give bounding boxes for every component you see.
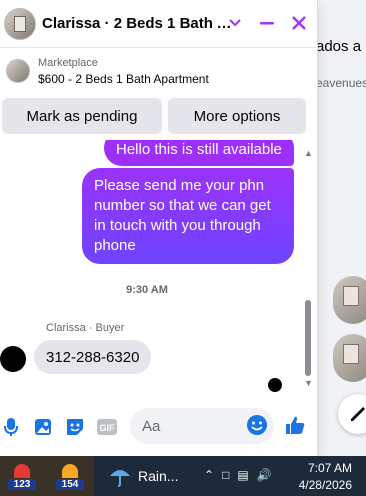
weather-text: Rain... xyxy=(138,468,179,484)
device-icon[interactable]: □ xyxy=(222,468,229,482)
scroll-down-arrow-icon[interactable]: ▼ xyxy=(304,378,313,388)
image-icon[interactable] xyxy=(32,416,54,438)
sent-message[interactable]: Please send me your phn number so that w… xyxy=(82,168,294,264)
clock-time: 7:07 AM xyxy=(307,461,352,475)
mark-as-pending-button[interactable]: Mark as pending xyxy=(2,98,162,134)
taskbar-app[interactable]: 123 xyxy=(8,462,36,490)
app-badge: 123 xyxy=(8,479,36,490)
scrollbar[interactable]: ▲ ▼ xyxy=(302,148,314,392)
svg-text:GIF: GIF xyxy=(100,423,116,433)
sent-message[interactable]: Hello this is still available xyxy=(104,140,294,166)
edit-icon xyxy=(351,407,365,421)
more-options-button[interactable]: More options xyxy=(168,98,306,134)
taskbar-pinned-apps: 123 154 xyxy=(0,456,94,496)
umbrella-icon xyxy=(110,470,130,487)
network-icon[interactable]: ▤ xyxy=(237,468,248,482)
background-text: ados a l xyxy=(316,38,366,55)
message-thread[interactable]: Hello this is still available Please sen… xyxy=(0,140,318,394)
microphone-icon[interactable] xyxy=(0,416,22,438)
system-tray: ⌃ □ ▤ 🔊 xyxy=(204,468,272,482)
background-text: eavenues xyxy=(316,76,366,90)
listing-thumbnail[interactable] xyxy=(333,276,366,324)
chevron-down-icon[interactable] xyxy=(224,12,246,34)
chat-window: Clarissa · 2 Beds 1 Bath Ap... Marketpla… xyxy=(0,0,318,456)
received-message[interactable]: 312-288-6320 xyxy=(34,340,152,374)
chat-header[interactable]: Clarissa · 2 Beds 1 Bath Ap... xyxy=(0,0,318,48)
listing-title: $600 - 2 Beds 1 Bath Apartment xyxy=(38,71,209,86)
read-receipt-avatar xyxy=(268,378,282,392)
sticker-icon[interactable] xyxy=(64,416,86,438)
scroll-up-arrow-icon[interactable]: ▲ xyxy=(304,148,313,158)
scrollbar-thumb[interactable] xyxy=(305,300,311,376)
emoji-icon[interactable] xyxy=(246,414,268,436)
taskbar: 123 154 Rain... ⌃ □ ▤ 🔊 7:07 AM 4/28/202… xyxy=(0,456,366,496)
app-icon xyxy=(62,464,78,478)
chevron-up-icon[interactable]: ⌃ xyxy=(204,468,214,482)
close-icon[interactable] xyxy=(288,12,310,34)
avatar[interactable] xyxy=(4,7,36,40)
clock-date: 4/28/2026 xyxy=(298,478,352,492)
clock[interactable]: 7:07 AM 4/28/2026 xyxy=(299,460,352,494)
sender-label: Clarissa · Buyer xyxy=(46,322,125,334)
listing-info[interactable]: Marketplace $600 - 2 Beds 1 Bath Apartme… xyxy=(0,48,318,94)
minimize-icon[interactable] xyxy=(256,12,278,34)
app-icon xyxy=(14,464,30,478)
app-badge: 154 xyxy=(56,479,84,490)
listing-thumbnail xyxy=(6,59,30,83)
listing-label: Marketplace xyxy=(38,56,98,69)
listing-thumbnail[interactable] xyxy=(333,334,366,382)
avatar[interactable] xyxy=(0,346,26,372)
weather-widget[interactable]: Rain... xyxy=(108,464,178,488)
composer: GIF Aa xyxy=(0,406,318,446)
chat-title[interactable]: Clarissa · 2 Beds 1 Bath Ap... xyxy=(42,15,238,32)
gif-icon[interactable]: GIF xyxy=(96,416,118,438)
volume-icon[interactable]: 🔊 xyxy=(257,468,272,482)
new-message-button[interactable] xyxy=(338,394,366,434)
message-timestamp: 9:30 AM xyxy=(126,284,168,296)
like-icon[interactable] xyxy=(284,414,306,436)
taskbar-app[interactable]: 154 xyxy=(56,462,84,490)
